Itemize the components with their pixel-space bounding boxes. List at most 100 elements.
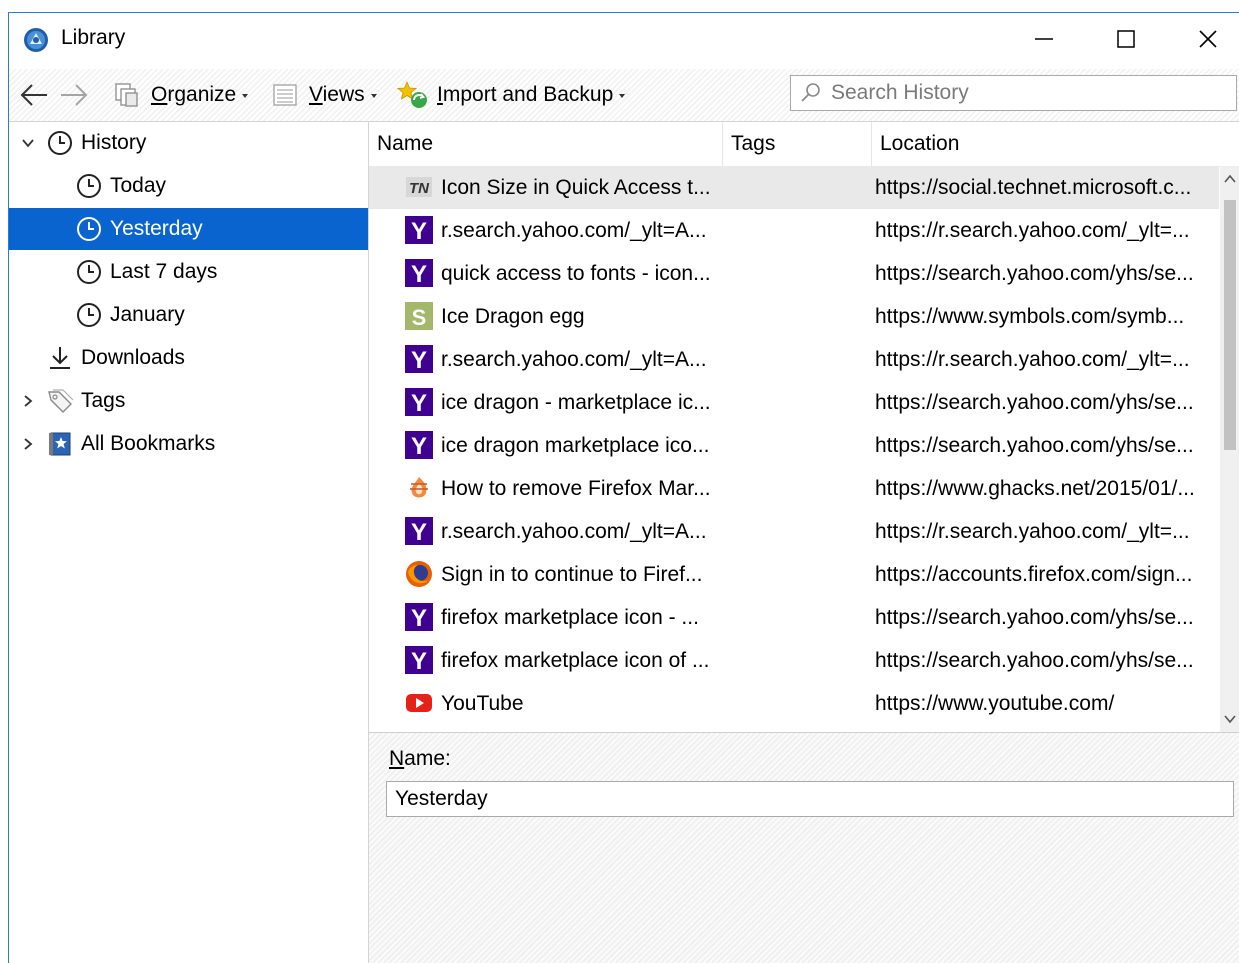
details-pane: Name: [369,732,1239,963]
views-icon [273,84,297,106]
yahoo-favicon-icon: Y [405,216,433,244]
row-location: https://www.symbols.com/symb... [875,305,1185,328]
row-location: https://search.yahoo.com/yhs/se... [875,649,1194,672]
yahoo-favicon-icon: Y [405,603,433,631]
table-row[interactable]: TN Icon Size in Quick Access t... https:… [369,166,1219,209]
sidebar-item-all-bookmarks[interactable]: All Bookmarks [9,423,368,465]
import-backup-icon [397,80,427,108]
yahoo-favicon-icon: Y [405,517,433,545]
table-row[interactable]: Y r.search.yahoo.com/_ylt=A... https://r… [369,338,1219,381]
firefox-favicon-icon [406,561,432,587]
table-row[interactable]: Sign in to continue to Firef... https://… [369,553,1219,596]
close-button[interactable] [1167,13,1239,65]
forward-button[interactable] [59,69,89,121]
sidebar-item-label: Last 7 days [110,260,218,283]
bookmarks-icon [49,432,71,456]
clock-icon [77,174,101,198]
svg-text:S: S [412,305,427,330]
row-name: How to remove Firefox Mar... [441,477,711,500]
row-location: https://r.search.yahoo.com/_ylt=... [875,520,1190,543]
views-dropdown-icon [370,94,377,98]
name-field[interactable] [386,781,1234,817]
table-row[interactable]: Y firefox marketplace icon of ... https:… [369,639,1219,682]
column-header-name[interactable]: Name [369,122,722,166]
scroll-down-icon [1224,715,1236,724]
sidebar-item-january[interactable]: January [9,294,368,336]
history-list: Name Tags Location TN Icon Size in Quick… [369,122,1239,732]
yahoo-favicon-icon: Y [405,259,433,287]
sidebar-item-yesterday[interactable]: Yesterday [9,208,368,250]
row-name: Ice Dragon egg [441,305,585,328]
search-history-field[interactable] [790,75,1237,111]
import-backup-label: Import and Backup [437,83,614,106]
name-field-label: Name: [389,747,451,770]
sidebar-item-label: January [110,303,185,326]
import-backup-dropdown-icon [619,94,626,98]
table-row[interactable]: Y ice dragon - marketplace ic... https:/… [369,381,1219,424]
row-name: quick access to fonts - icon... [441,262,711,285]
technet-favicon-icon: TN [406,177,432,197]
row-location: https://www.ghacks.net/2015/01/... [875,477,1195,500]
sidebar-item-label: Today [110,174,167,197]
organize-label: Organize [151,83,237,106]
sidebar-item-label: Yesterday [110,217,203,240]
svg-text:TN: TN [409,180,430,197]
import-backup-menu-button[interactable]: Import and Backup [397,69,626,121]
row-name: Icon Size in Quick Access t... [441,176,711,199]
symbols-favicon-icon: S [405,302,433,330]
row-name: r.search.yahoo.com/_ylt=A... [441,348,707,371]
chevron-down-icon [22,139,34,148]
sidebar-item-downloads[interactable]: Downloads [9,337,368,379]
svg-text:Y: Y [411,390,427,416]
sidebar-item-tags[interactable]: Tags [9,380,368,422]
vertical-scrollbar[interactable] [1220,166,1239,732]
app-icon [24,28,48,52]
table-row[interactable]: How to remove Firefox Mar... https://www… [369,467,1219,510]
svg-text:Y: Y [411,648,427,674]
clock-icon [77,217,101,241]
row-name: YouTube [441,692,524,715]
sidebar-item-history[interactable]: History [9,122,368,164]
scroll-up-icon [1224,174,1236,183]
maximize-button[interactable] [1085,13,1167,65]
sidebar-item-last-7-days[interactable]: Last 7 days [9,251,368,293]
sidebar-item-label: Downloads [81,346,185,369]
organize-menu-button[interactable]: Organize [113,69,249,121]
table-row[interactable]: Y quick access to fonts - icon... https:… [369,252,1219,295]
ghacks-favicon-icon [410,477,428,498]
library-window: Library Organize Views Import and Backup… [8,12,1239,963]
column-header-tags[interactable]: Tags [723,122,871,166]
forward-arrow-icon [61,84,88,106]
sidebar-item-today[interactable]: Today [9,165,368,207]
table-row[interactable]: Y ice dragon marketplace ico... https://… [369,424,1219,467]
svg-text:Y: Y [411,519,427,545]
row-location: https://search.yahoo.com/yhs/se... [875,434,1194,457]
yahoo-favicon-icon: Y [405,646,433,674]
row-location: https://r.search.yahoo.com/_ylt=... [875,348,1190,371]
search-history-input[interactable] [829,80,1233,106]
row-location: https://search.yahoo.com/yhs/se... [875,262,1194,285]
row-name: r.search.yahoo.com/_ylt=A... [441,520,707,543]
table-row[interactable]: YouTube https://www.youtube.com/ [369,682,1219,725]
back-button[interactable] [19,69,49,121]
sidebar-item-label: All Bookmarks [81,432,216,455]
table-row[interactable]: Y r.search.yahoo.com/_ylt=A... https://r… [369,209,1219,252]
minimize-button[interactable] [1003,13,1085,65]
table-row[interactable]: S Ice Dragon egg https://www.symbols.com… [369,295,1219,338]
views-menu-button[interactable]: Views [271,69,377,121]
sidebar-item-label: Tags [81,389,126,412]
row-name: r.search.yahoo.com/_ylt=A... [441,219,707,242]
table-row[interactable]: Y r.search.yahoo.com/_ylt=A... https://r… [369,510,1219,553]
column-header-location[interactable]: Location [872,122,1222,166]
chevron-right-icon [24,395,33,407]
yahoo-favicon-icon: Y [405,431,433,459]
scrollbar-thumb[interactable] [1224,200,1236,450]
svg-text:Y: Y [411,218,427,244]
svg-text:Y: Y [411,605,427,631]
row-location: https://r.search.yahoo.com/_ylt=... [875,219,1190,242]
title-bar: Library [9,13,1239,69]
sidebar-item-label: History [81,131,147,154]
row-name: firefox marketplace icon of ... [441,649,710,672]
svg-text:Y: Y [411,347,427,373]
table-row[interactable]: Y firefox marketplace icon - ... https:/… [369,596,1219,639]
